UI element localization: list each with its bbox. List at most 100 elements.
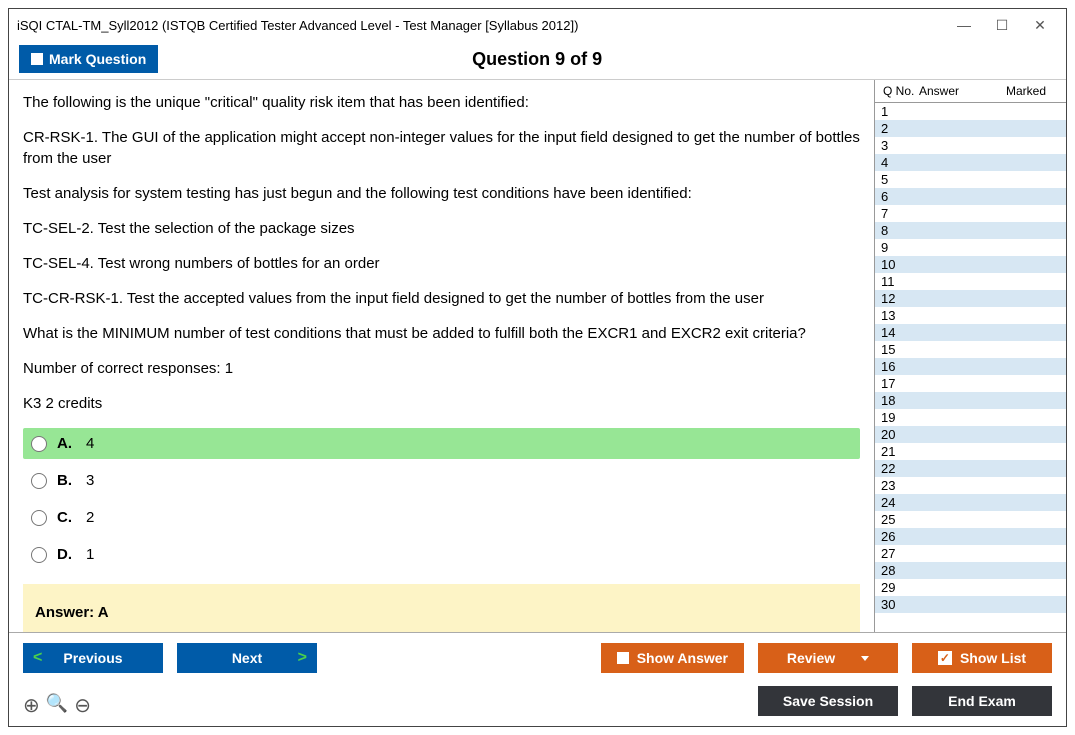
question-paragraph: K3 2 credits [23,393,860,414]
question-list-row[interactable]: 14 [875,324,1066,341]
col-answer: Answer [919,84,1006,98]
button-row-2: ⊕ 🔍 ⊖ Save Session End Exam [23,683,1052,718]
review-label: Review [787,650,835,666]
option-radio[interactable] [31,473,47,489]
options-list: A. 4 B. 3 C.2 D. 1 [23,428,860,570]
question-list-row[interactable]: 11 [875,273,1066,290]
close-button[interactable]: ✕ [1022,13,1058,37]
question-list-row[interactable]: 29 [875,579,1066,596]
option-radio[interactable] [31,547,47,563]
next-button[interactable]: Next > [177,643,317,673]
option-a[interactable]: A. 4 [23,428,860,459]
check-icon: ✓ [938,651,952,665]
question-list-row[interactable]: 18 [875,392,1066,409]
option-radio[interactable] [31,510,47,526]
question-paragraph: Test analysis for system testing has jus… [23,183,860,204]
previous-label: Previous [63,650,122,666]
question-list-row[interactable]: 21 [875,443,1066,460]
question-list-row[interactable]: 5 [875,171,1066,188]
show-list-button[interactable]: ✓ Show List [912,643,1052,673]
question-list-row[interactable]: 12 [875,290,1066,307]
col-marked: Marked [1006,84,1062,98]
header-bar: Mark Question Question 9 of 9 [9,37,1066,80]
minimize-button[interactable]: — [946,13,982,37]
option-text: 4 [86,433,94,454]
question-list-row[interactable]: 15 [875,341,1066,358]
option-letter: A. [57,433,72,454]
footer: < Previous Next > Show Answer Review ✓ S… [9,632,1066,726]
question-list-row[interactable]: 13 [875,307,1066,324]
question-list-row[interactable]: 23 [875,477,1066,494]
end-exam-label: End Exam [948,693,1016,709]
question-list-row[interactable]: 22 [875,460,1066,477]
next-label: Next [232,650,262,666]
question-list-row[interactable]: 4 [875,154,1066,171]
question-panel: The following is the unique "critical" q… [9,80,874,632]
question-list-row[interactable]: 16 [875,358,1066,375]
question-paragraph: TC-SEL-2. Test the selection of the pack… [23,218,860,239]
mark-question-button[interactable]: Mark Question [19,45,158,73]
option-radio[interactable] [31,436,47,452]
show-list-label: Show List [960,650,1026,666]
square-icon [617,652,629,664]
question-list-row[interactable]: 27 [875,545,1066,562]
zoom-reset-icon[interactable]: ⊕ [23,693,40,718]
option-text: 2 [86,507,94,528]
question-list-header: Q No. Answer Marked [875,80,1066,103]
chevron-left-icon: < [33,649,42,667]
col-qno: Q No. [879,84,919,98]
option-d[interactable]: D. 1 [23,539,860,570]
maximize-button[interactable]: ☐ [984,13,1020,37]
zoom-in-icon[interactable]: 🔍 [46,693,68,718]
question-paragraph: What is the MINIMUM number of test condi… [23,323,860,344]
body: The following is the unique "critical" q… [9,80,1066,632]
option-letter: D. [57,544,72,565]
question-list-row[interactable]: 28 [875,562,1066,579]
question-list-row[interactable]: 17 [875,375,1066,392]
question-text: The following is the unique "critical" q… [23,92,860,414]
save-session-button[interactable]: Save Session [758,686,898,716]
show-answer-button[interactable]: Show Answer [601,643,744,673]
chevron-right-icon: > [298,649,307,667]
checkbox-icon [31,53,43,65]
question-list-row[interactable]: 26 [875,528,1066,545]
app-window: iSQI CTAL-TM_Syll2012 (ISTQB Certified T… [8,8,1067,727]
question-list-row[interactable]: 2 [875,120,1066,137]
question-paragraph: The following is the unique "critical" q… [23,92,860,113]
question-list-row[interactable]: 19 [875,409,1066,426]
zoom-controls: ⊕ 🔍 ⊖ [23,693,91,718]
titlebar: iSQI CTAL-TM_Syll2012 (ISTQB Certified T… [9,9,1066,37]
window-controls: — ☐ ✕ [946,13,1058,37]
question-list-row[interactable]: 30 [875,596,1066,613]
option-text: 3 [86,470,94,491]
option-letter: B. [57,470,72,491]
end-exam-button[interactable]: End Exam [912,686,1052,716]
answer-box: Answer: A [23,584,860,632]
question-list-row[interactable]: 24 [875,494,1066,511]
question-list-row[interactable]: 10 [875,256,1066,273]
question-list-row[interactable]: 6 [875,188,1066,205]
previous-button[interactable]: < Previous [23,643,163,673]
question-list-row[interactable]: 3 [875,137,1066,154]
question-list-row[interactable]: 9 [875,239,1066,256]
review-button[interactable]: Review [758,643,898,673]
question-list-row[interactable]: 20 [875,426,1066,443]
question-list-row[interactable]: 7 [875,205,1066,222]
question-paragraph: TC-CR-RSK-1. Test the accepted values fr… [23,288,860,309]
button-row: < Previous Next > Show Answer Review ✓ S… [23,643,1052,673]
option-c[interactable]: C.2 [23,502,860,533]
show-answer-label: Show Answer [637,650,728,666]
save-session-label: Save Session [783,693,873,709]
option-text: 1 [86,544,94,565]
question-list-row[interactable]: 1 [875,103,1066,120]
mark-question-label: Mark Question [49,51,146,67]
question-list-row[interactable]: 8 [875,222,1066,239]
zoom-out-icon[interactable]: ⊖ [74,693,91,718]
question-list-panel: Q No. Answer Marked 12345678910111213141… [874,80,1066,632]
question-list-row[interactable]: 25 [875,511,1066,528]
question-paragraph: TC-SEL-4. Test wrong numbers of bottles … [23,253,860,274]
option-b[interactable]: B. 3 [23,465,860,496]
question-paragraph: CR-RSK-1. The GUI of the application mig… [23,127,860,169]
question-list-body[interactable]: 1234567891011121314151617181920212223242… [875,103,1066,632]
window-title: iSQI CTAL-TM_Syll2012 (ISTQB Certified T… [17,18,946,33]
